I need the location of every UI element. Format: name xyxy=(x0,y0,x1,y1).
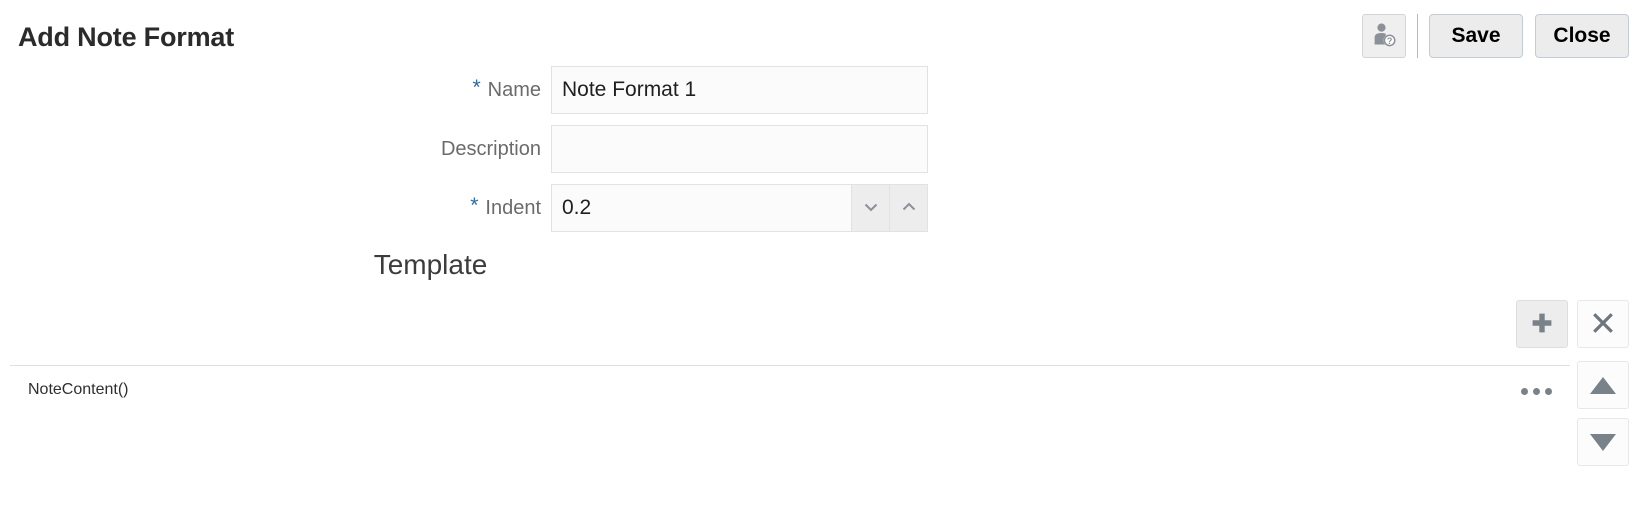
triangle-up-icon xyxy=(1590,376,1616,394)
description-label: Description xyxy=(441,125,541,173)
close-button[interactable]: Close xyxy=(1535,14,1629,58)
chevron-up-icon xyxy=(899,197,919,220)
table-row[interactable]: NoteContent() xyxy=(0,366,1570,414)
save-button[interactable]: Save xyxy=(1429,14,1523,58)
triangle-down-icon xyxy=(1590,433,1616,451)
template-toolbar xyxy=(1516,300,1629,348)
indent-decrement-button[interactable] xyxy=(852,184,890,232)
indent-label-text: Indent xyxy=(485,197,541,219)
svg-text:?: ? xyxy=(1387,36,1393,46)
description-input[interactable] xyxy=(551,125,928,173)
name-input[interactable] xyxy=(551,66,928,114)
chevron-down-icon xyxy=(861,197,881,220)
form-area: * Name Description * Indent xyxy=(0,66,1641,243)
list-item-label: NoteContent() xyxy=(28,381,129,398)
indent-field-control xyxy=(551,184,928,232)
user-help-button[interactable]: ? xyxy=(1362,14,1406,58)
delete-template-row-button[interactable] xyxy=(1577,300,1629,348)
plus-icon xyxy=(1529,310,1555,339)
ellipsis-icon xyxy=(1520,383,1552,398)
indent-input[interactable] xyxy=(551,184,852,232)
form-row-name: * Name xyxy=(0,66,1641,114)
name-label-text: Name xyxy=(487,79,541,101)
indent-increment-button[interactable] xyxy=(890,184,928,232)
name-field-control xyxy=(551,66,928,114)
name-label: * Name xyxy=(472,66,541,114)
reorder-controls xyxy=(1577,361,1629,466)
required-marker: * xyxy=(470,194,479,217)
indent-label: * Indent xyxy=(470,184,541,232)
template-heading: Template xyxy=(373,249,488,280)
add-template-row-button[interactable] xyxy=(1516,300,1568,348)
row-more-button[interactable] xyxy=(1516,375,1556,405)
description-label-text: Description xyxy=(440,138,541,160)
form-row-indent: * Indent xyxy=(0,184,1641,232)
page-title: Add Note Format xyxy=(18,22,234,52)
header-actions: ? Save Close xyxy=(1362,14,1629,58)
move-up-button[interactable] xyxy=(1577,361,1629,409)
required-marker: * xyxy=(472,76,481,99)
header-divider xyxy=(1417,14,1418,58)
user-help-icon: ? xyxy=(1371,22,1397,51)
close-x-icon xyxy=(1590,310,1616,339)
description-field-control xyxy=(551,125,928,173)
form-row-description: Description xyxy=(0,125,1641,173)
move-down-button[interactable] xyxy=(1577,418,1629,466)
